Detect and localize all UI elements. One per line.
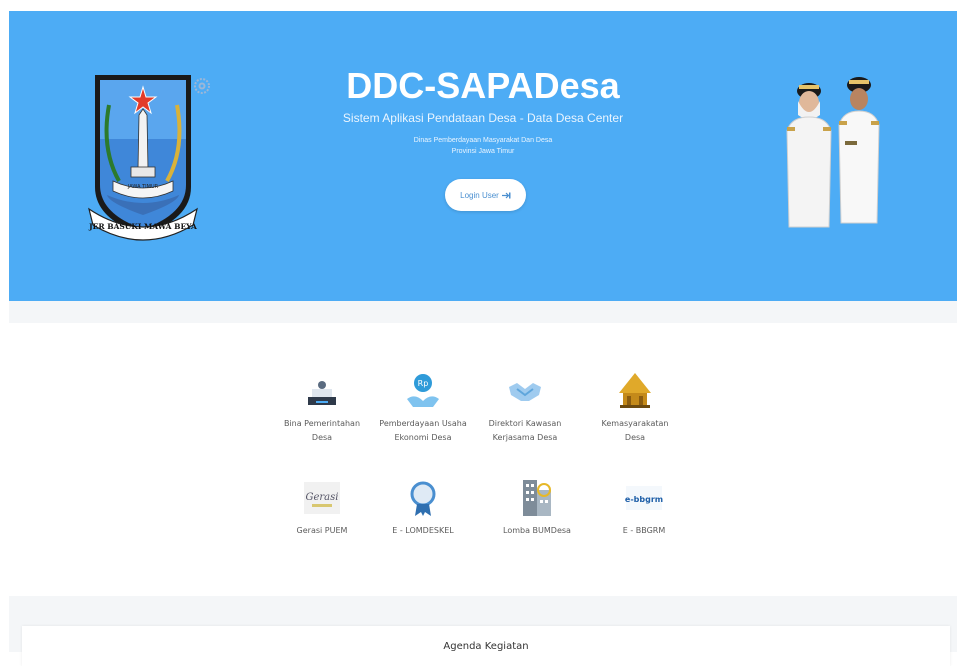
menu-item-lomba-bumdesa[interactable]: Lomba BUMDesa [487, 478, 587, 538]
official-right [838, 77, 880, 224]
login-label: Login User [460, 190, 499, 200]
economy-icon: Rp [407, 374, 439, 407]
emblem-banner-text: JAWA TIMUR [127, 184, 159, 190]
menu-item-label: Lomba BUMDesa [503, 526, 571, 535]
hero-banner: DDC-SAPADesa Sistem Aplikasi Pendataan D… [9, 11, 957, 301]
menu-item-label: Kemasyarakatan Desa [601, 419, 669, 442]
menu-item-bina-pemerintahan[interactable]: Bina Pemerintahan Desa [272, 371, 372, 445]
menu-item-label: E - BBGRM [622, 526, 666, 535]
menu-item-direktori-kawasan[interactable]: Direktori Kawasan Kerjasama Desa [475, 371, 575, 445]
agenda-card: Agenda Kegiatan [22, 626, 950, 666]
east-java-emblem-logo: JER BASUKI MAWA BEYA JAWA TIMUR [88, 75, 198, 241]
agenda-title: Agenda Kegiatan [443, 641, 529, 652]
menu-item-label: Direktori Kawasan Kerjasama Desa [488, 419, 562, 442]
menu-item-label: Pemberdayaan Usaha Ekonomi Desa [379, 419, 467, 442]
menu-item-gerasi-puem[interactable]: Gerasi Gerasi PUEM [272, 478, 372, 538]
buildings-icon [523, 480, 551, 516]
menu-item-e-lomdeskel[interactable]: E - LOMDESKEL [373, 478, 473, 538]
svg-text:Gerasi: Gerasi [306, 492, 339, 503]
login-button[interactable]: Login User [445, 179, 526, 211]
ebbgrm-logo-icon: e-bbgrm [625, 486, 663, 510]
handshake-icon [509, 383, 541, 401]
svg-text:Rp: Rp [418, 379, 429, 388]
menu-item-kemasyarakatan[interactable]: Kemasyarakatan Desa [585, 371, 685, 445]
emblem-ribbon-text: JER BASUKI MAWA BEYA [88, 222, 197, 231]
menu-item-label: E - LOMDESKEL [392, 526, 454, 535]
gear-emblem-icon [194, 78, 210, 94]
official-left [786, 83, 832, 228]
menu-item-label: Bina Pemerintahan Desa [283, 419, 361, 442]
menu-item-pemberdayaan-usaha[interactable]: Rp Pemberdayaan Usaha Ekonomi Desa [373, 371, 473, 445]
menu-item-label: Gerasi PUEM [296, 526, 348, 535]
government-icon [308, 381, 336, 405]
officials-photo [786, 77, 880, 228]
svg-text:e-bbgrm: e-bbgrm [625, 495, 663, 504]
section-divider [9, 301, 957, 323]
menu-item-e-bbgrm[interactable]: e-bbgrm E - BBGRM [594, 478, 694, 538]
login-arrow-icon [501, 192, 511, 198]
gerasi-logo-icon: Gerasi [304, 482, 340, 514]
award-ribbon-icon [410, 481, 436, 516]
community-house-icon [619, 373, 651, 408]
